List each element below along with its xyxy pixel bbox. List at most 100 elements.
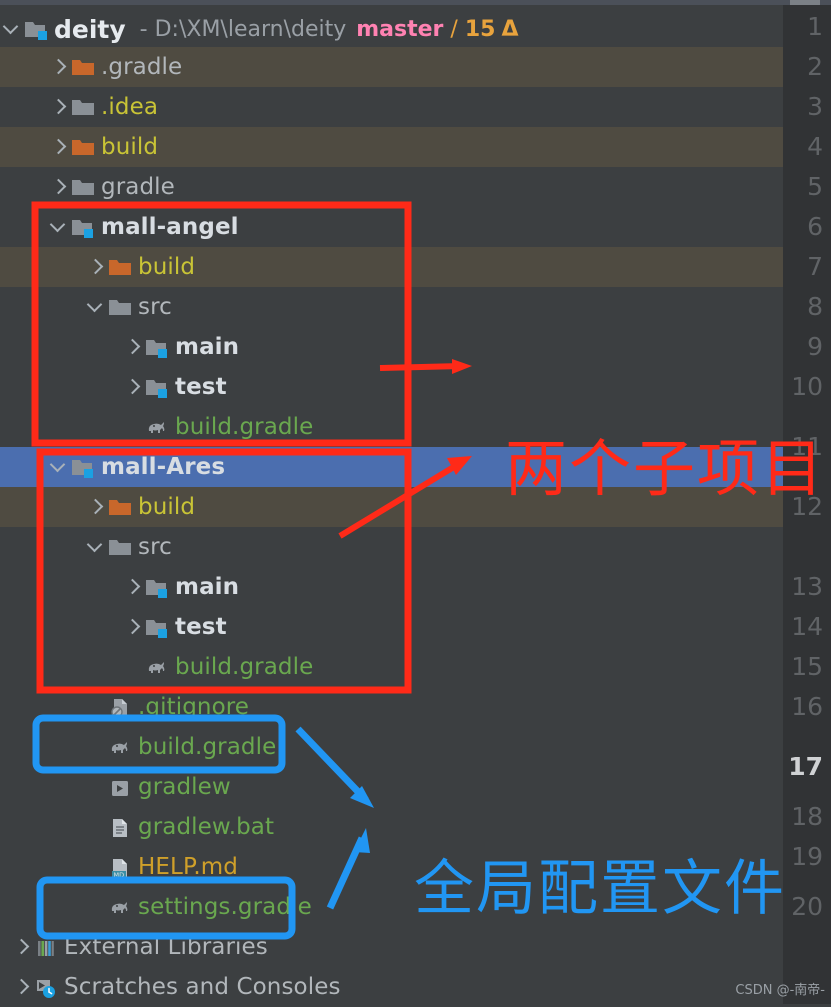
- tree-row[interactable]: Scratches and Consoles: [0, 967, 783, 1007]
- toggle-spacer: [121, 407, 143, 447]
- line-number: 1: [807, 12, 823, 41]
- toggle-spacer: [84, 807, 106, 847]
- chevron-right-icon[interactable]: [10, 927, 32, 967]
- chevron-right-icon[interactable]: [121, 567, 143, 607]
- project-root-row[interactable]: deity - D:\XM\learn\deity master / 15 Δ: [0, 10, 783, 48]
- tree-item-label: .idea: [101, 94, 159, 120]
- chevron-right-icon[interactable]: [121, 607, 143, 647]
- chevron-right-icon[interactable]: [10, 967, 32, 1007]
- chevron-down-icon[interactable]: [84, 287, 106, 327]
- tree-row[interactable]: main: [0, 327, 783, 367]
- change-count: 15: [464, 16, 496, 42]
- markdown-icon: MD: [106, 847, 132, 887]
- separator: /: [450, 16, 458, 42]
- tree-item-label: External Libraries: [64, 934, 268, 960]
- tree-item-label: src: [138, 534, 172, 560]
- tree-row[interactable]: test: [0, 607, 783, 647]
- chevron-down-icon[interactable]: [0, 9, 22, 49]
- tree-item-label: src: [138, 294, 172, 320]
- tree-row[interactable]: mall-Ares: [0, 447, 783, 487]
- tree-row[interactable]: gradlew: [0, 767, 783, 807]
- tree-row[interactable]: build.gradle: [0, 727, 783, 767]
- watermark: CSDN @-南帝-: [735, 983, 825, 998]
- tree-row[interactable]: gradlew.bat: [0, 807, 783, 847]
- chevron-right-icon[interactable]: [47, 127, 69, 167]
- folder-orange-icon: [69, 47, 95, 87]
- tree-row[interactable]: build.gradle: [0, 647, 783, 687]
- tree-row[interactable]: MD HELP.md: [0, 847, 783, 887]
- line-number: 20: [791, 892, 823, 921]
- chevron-right-icon[interactable]: [84, 487, 106, 527]
- chevron-down-icon[interactable]: [47, 207, 69, 247]
- tree-item-label: test: [175, 374, 227, 400]
- chevron-right-icon[interactable]: [84, 247, 106, 287]
- chevron-right-icon[interactable]: [121, 367, 143, 407]
- folder-orange-icon: [106, 487, 132, 527]
- folder-grey-icon: [106, 527, 132, 567]
- tree-row[interactable]: mall-angel: [0, 207, 783, 247]
- tree-row[interactable]: .gitignore: [0, 687, 783, 727]
- toggle-spacer: [84, 847, 106, 887]
- folder-grey-icon: [106, 287, 132, 327]
- tree-row[interactable]: main: [0, 567, 783, 607]
- tree-item-label: gradle: [101, 174, 175, 200]
- module-icon: [143, 607, 169, 647]
- toggle-spacer: [84, 687, 106, 727]
- tree-row[interactable]: gradle: [0, 167, 783, 207]
- tree-row[interactable]: settings.gradle: [0, 887, 783, 927]
- chevron-down-icon[interactable]: [84, 527, 106, 567]
- script-icon: [106, 767, 132, 807]
- tree-item-label: test: [175, 614, 227, 640]
- chevron-right-icon[interactable]: [47, 167, 69, 207]
- project-path: - D:\XM\learn\deity: [139, 16, 347, 42]
- chevron-right-icon[interactable]: [121, 327, 143, 367]
- folder-orange-icon: [106, 247, 132, 287]
- tree-row[interactable]: build.gradle: [0, 407, 783, 447]
- folder-orange-icon: [69, 127, 95, 167]
- tree-item-label: settings.gradle: [138, 894, 312, 920]
- chevron-down-icon[interactable]: [47, 447, 69, 487]
- project-tree-pane: deity - D:\XM\learn\deity master / 15 Δ …: [0, 5, 783, 1004]
- tree-item-label: .gradle: [101, 54, 183, 80]
- gradle-icon: [143, 647, 169, 687]
- git-branch-label[interactable]: master: [346, 17, 443, 42]
- tree-row[interactable]: .idea: [0, 87, 783, 127]
- toggle-spacer: [121, 647, 143, 687]
- tree-row[interactable]: build: [0, 247, 783, 287]
- toggle-spacer: [84, 887, 106, 927]
- line-number: 12: [791, 492, 823, 521]
- libraries-icon: [32, 927, 58, 967]
- textfile-icon: [106, 807, 132, 847]
- chevron-right-icon[interactable]: [47, 87, 69, 127]
- chevron-right-icon[interactable]: [47, 47, 69, 87]
- tree-item-label: main: [175, 574, 240, 600]
- line-number: 6: [807, 212, 823, 241]
- tree-item-label: .gitignore: [138, 694, 250, 720]
- folder-grey-icon: [69, 87, 95, 127]
- tree-row[interactable]: External Libraries: [0, 927, 783, 967]
- tree-row[interactable]: src: [0, 527, 783, 567]
- line-number: 7: [807, 252, 823, 281]
- tree-row[interactable]: test: [0, 367, 783, 407]
- line-number: 5: [807, 172, 823, 201]
- gitignore-icon: [106, 687, 132, 727]
- tree-row[interactable]: src: [0, 287, 783, 327]
- tree-row[interactable]: build: [0, 487, 783, 527]
- tree-row[interactable]: build: [0, 127, 783, 167]
- line-number: 15: [791, 652, 823, 681]
- tree-row[interactable]: .gradle: [0, 47, 783, 87]
